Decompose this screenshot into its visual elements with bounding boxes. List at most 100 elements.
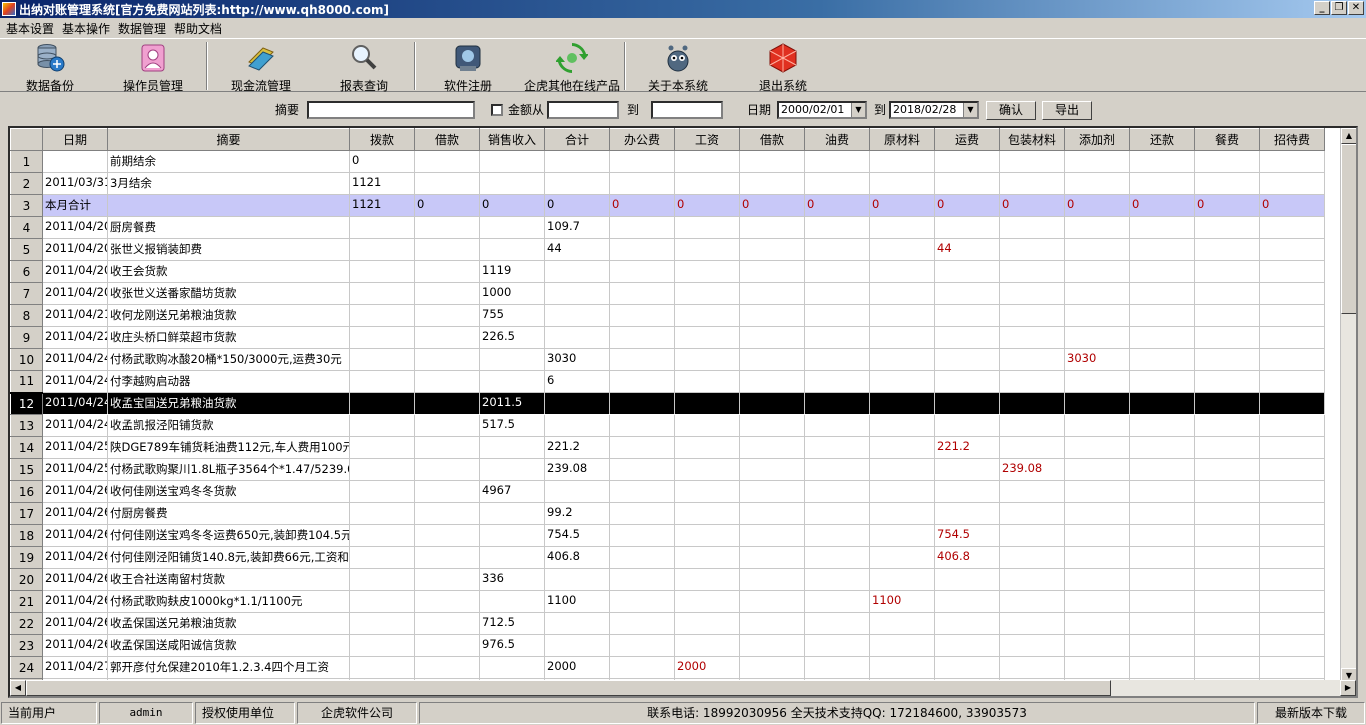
operator-management-button[interactable]: 操作员管理 — [100, 39, 206, 93]
table-cell[interactable] — [609, 612, 675, 635]
table-cell[interactable] — [414, 172, 480, 195]
table-cell[interactable] — [349, 458, 415, 481]
table-cell[interactable] — [1194, 546, 1260, 569]
table-cell[interactable] — [1064, 524, 1130, 547]
table-cell[interactable] — [674, 612, 740, 635]
column-header[interactable]: 办公费 — [609, 128, 675, 151]
table-row[interactable]: 12 2011/04/24 收孟宝国送兄弟粮油货款 2011.5 — [10, 391, 1325, 415]
table-cell[interactable] — [999, 238, 1065, 261]
table-cell[interactable] — [1064, 326, 1130, 349]
table-cell[interactable]: 2011/04/26 — [42, 524, 108, 547]
table-cell[interactable] — [1194, 370, 1260, 393]
table-cell[interactable]: 0 — [1194, 194, 1260, 217]
table-cell[interactable]: 2011/04/26 — [42, 612, 108, 635]
table-cell[interactable] — [479, 150, 545, 173]
table-cell[interactable] — [999, 414, 1065, 437]
table-cell[interactable] — [804, 326, 870, 349]
table-cell[interactable] — [349, 634, 415, 657]
table-cell[interactable] — [544, 260, 610, 283]
close-button[interactable]: ✕ — [1348, 1, 1364, 15]
table-cell[interactable] — [869, 436, 935, 459]
table-cell[interactable] — [1194, 656, 1260, 679]
minimize-button[interactable]: _ — [1314, 1, 1330, 15]
table-cell[interactable] — [609, 568, 675, 591]
table-row[interactable]: 16 2011/04/26 收何佳刚送宝鸡冬冬货款 4967 — [10, 480, 1325, 503]
table-cell[interactable] — [544, 414, 610, 437]
table-cell[interactable]: 0 — [999, 194, 1065, 217]
table-row[interactable]: 3 本月合计 1121 0 0 0 0 0 0 0 0 0 0 0 0 0 0 — [10, 194, 1325, 217]
table-cell[interactable] — [1194, 612, 1260, 635]
table-cell[interactable] — [349, 480, 415, 503]
table-cell[interactable] — [1064, 612, 1130, 635]
table-cell[interactable]: 221.2 — [934, 436, 1000, 459]
table-cell[interactable] — [804, 612, 870, 635]
table-cell[interactable] — [934, 590, 1000, 613]
column-header[interactable]: 借款 — [739, 128, 805, 151]
table-cell[interactable] — [544, 282, 610, 305]
table-row[interactable]: 23 2011/04/26 收孟保国送咸阳诚信货款 976.5 — [10, 634, 1325, 657]
table-cell[interactable]: 0 — [609, 194, 675, 217]
column-header[interactable]: 拨款 — [349, 128, 415, 151]
table-cell[interactable] — [609, 458, 675, 481]
table-cell[interactable]: 754.5 — [934, 524, 1000, 547]
table-cell[interactable] — [1259, 590, 1325, 613]
table-cell[interactable] — [1129, 370, 1195, 393]
table-cell[interactable]: 陕DGE789车铺货耗油费112元,车人费用100元, — [107, 436, 350, 459]
table-cell[interactable]: 0 — [739, 194, 805, 217]
table-cell[interactable] — [349, 282, 415, 305]
table-cell[interactable] — [544, 304, 610, 327]
table-cell[interactable] — [1259, 546, 1325, 569]
column-header[interactable]: 摘要 — [107, 128, 350, 151]
table-cell[interactable]: 2011/04/27 — [42, 656, 108, 679]
table-cell[interactable]: 2011/04/26 — [42, 634, 108, 657]
table-cell[interactable] — [999, 150, 1065, 173]
table-cell[interactable] — [414, 370, 480, 393]
table-cell[interactable] — [609, 216, 675, 239]
table-cell[interactable] — [609, 238, 675, 261]
table-cell[interactable] — [609, 546, 675, 569]
table-cell[interactable] — [934, 216, 1000, 239]
amount-from-input[interactable] — [547, 101, 619, 119]
table-cell[interactable]: 1121 — [349, 194, 415, 217]
about-system-button[interactable]: 关于本系统 — [626, 39, 730, 93]
table-cell[interactable] — [1064, 546, 1130, 569]
table-cell[interactable] — [479, 458, 545, 481]
latest-version-download-link[interactable]: 最新版本下载 — [1257, 702, 1365, 724]
table-cell[interactable]: 406.8 — [934, 546, 1000, 569]
table-cell[interactable] — [999, 216, 1065, 239]
table-cell[interactable]: 0 — [934, 194, 1000, 217]
row-number[interactable]: 2 — [10, 172, 43, 195]
menu-basic-settings[interactable]: 基本设置 — [4, 20, 60, 37]
table-cell[interactable] — [999, 524, 1065, 547]
table-cell[interactable] — [869, 238, 935, 261]
table-cell[interactable] — [1194, 282, 1260, 305]
table-cell[interactable] — [349, 436, 415, 459]
table-cell[interactable] — [739, 458, 805, 481]
table-cell[interactable]: 收张世义送番家醋坊货款 — [107, 282, 350, 305]
column-header[interactable]: 原材料 — [869, 128, 935, 151]
table-cell[interactable] — [934, 172, 1000, 195]
table-cell[interactable] — [999, 568, 1065, 591]
table-cell[interactable] — [1194, 590, 1260, 613]
table-cell[interactable]: 收王合社送南留村货款 — [107, 568, 350, 591]
table-cell[interactable]: 本月合计 — [42, 194, 108, 217]
table-cell[interactable] — [804, 436, 870, 459]
table-cell[interactable] — [1129, 568, 1195, 591]
table-cell[interactable] — [804, 260, 870, 283]
table-cell[interactable] — [414, 150, 480, 173]
table-cell[interactable] — [1259, 326, 1325, 349]
table-cell[interactable]: 0 — [1064, 194, 1130, 217]
table-cell[interactable] — [869, 150, 935, 173]
table-cell[interactable] — [739, 436, 805, 459]
table-cell[interactable] — [1064, 568, 1130, 591]
table-cell[interactable] — [544, 392, 610, 415]
table-cell[interactable] — [674, 304, 740, 327]
menu-data-management[interactable]: 数据管理 — [116, 20, 172, 37]
table-cell[interactable] — [739, 326, 805, 349]
table-cell[interactable] — [414, 414, 480, 437]
table-cell[interactable] — [804, 304, 870, 327]
summary-input[interactable] — [307, 101, 475, 119]
table-row[interactable]: 6 2011/04/20 收王会货款 1119 — [10, 260, 1325, 283]
table-row[interactable]: 1 前期结余 0 — [10, 150, 1325, 173]
table-cell[interactable] — [1129, 458, 1195, 481]
